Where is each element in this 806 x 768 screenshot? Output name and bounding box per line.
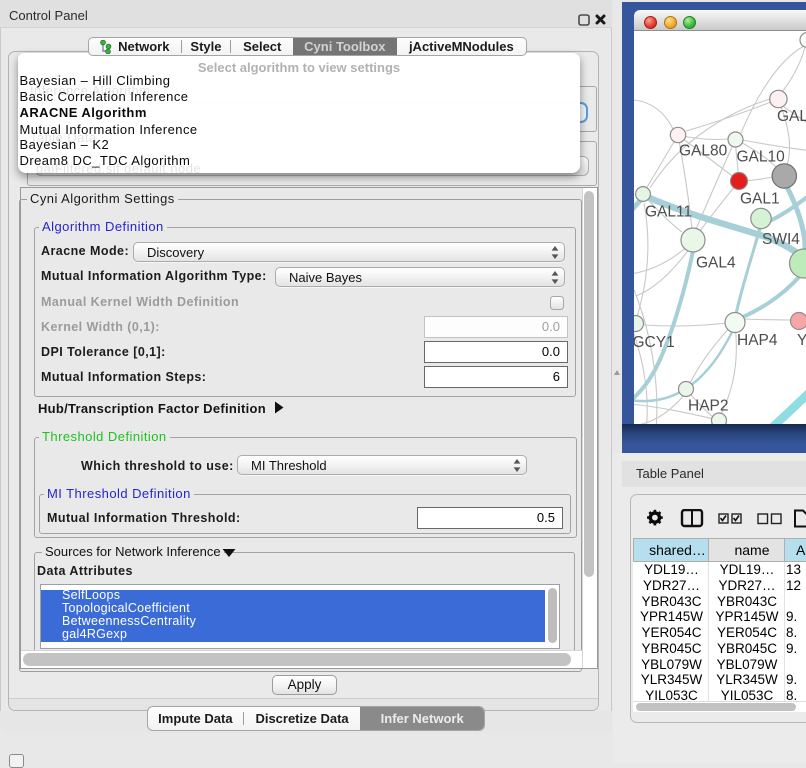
svg-text:GCY1: GCY1	[634, 334, 675, 351]
svg-text:HAP4: HAP4	[737, 332, 778, 349]
svg-text:GAL7: GAL7	[777, 108, 806, 125]
svg-text:GAL11: GAL11	[645, 204, 692, 221]
svg-text:YEL: YEL	[797, 332, 806, 349]
svg-text:SWI4: SWI4	[762, 231, 800, 248]
svg-text:GAL4: GAL4	[696, 255, 736, 272]
svg-text:HAP2: HAP2	[688, 398, 729, 415]
svg-text:GAL80: GAL80	[679, 143, 728, 160]
svg-text:GAL1: GAL1	[740, 191, 780, 208]
svg-text:GAL10: GAL10	[737, 149, 786, 166]
